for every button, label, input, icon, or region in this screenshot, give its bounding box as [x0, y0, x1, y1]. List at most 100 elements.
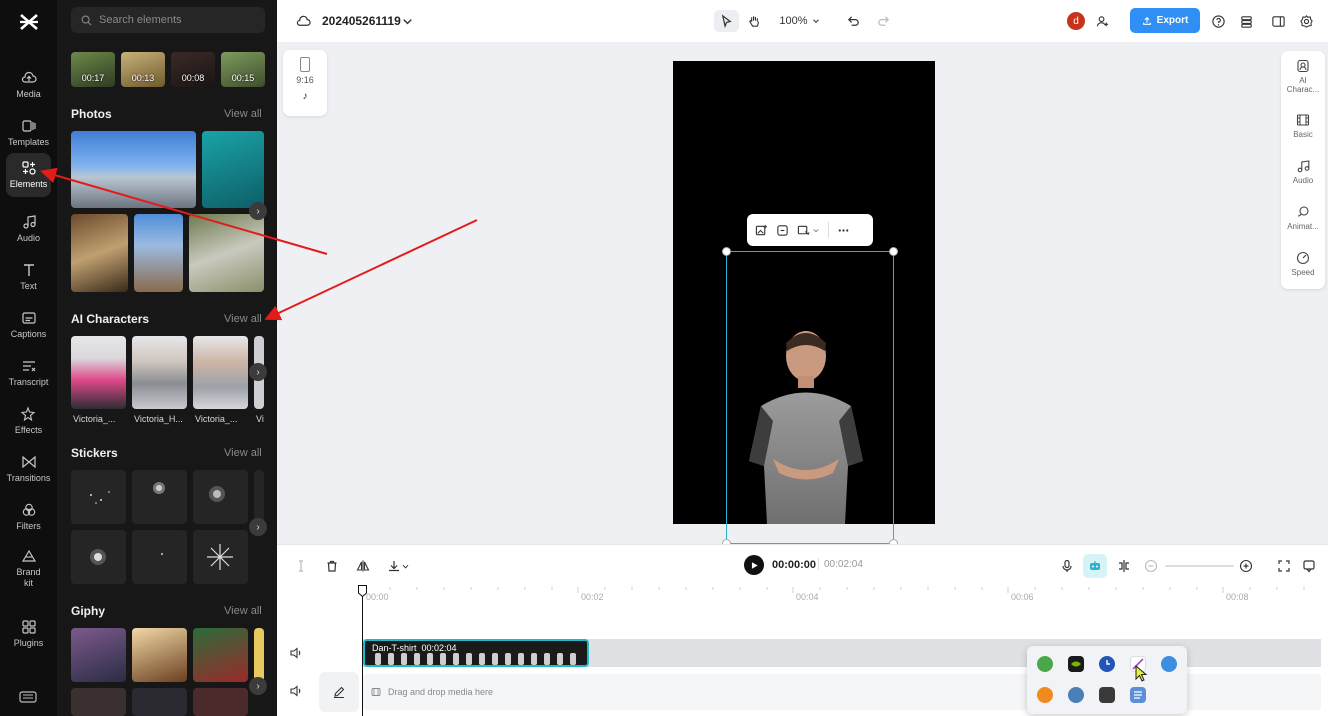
fullscreen-button[interactable] [1274, 556, 1294, 576]
video-thumbnail[interactable]: 00:13 [121, 52, 165, 87]
settings-button[interactable] [1296, 10, 1316, 32]
rail-item-audio[interactable]: Audio [6, 207, 51, 251]
audio-track-mute-button[interactable] [287, 683, 305, 699]
sticker-thumbnail[interactable] [254, 470, 264, 524]
stickers-next-arrow[interactable]: › [249, 518, 267, 536]
rail-item-brand-kit[interactable]: Brand kit [6, 543, 51, 593]
playhead-handle-icon[interactable] [358, 585, 367, 597]
stickers-view-all-link[interactable]: View all [224, 447, 262, 459]
ai-characters-next-arrow[interactable]: › [249, 363, 267, 381]
chevron-down-icon[interactable] [399, 10, 415, 32]
video-thumbnail[interactable]: 00:17 [71, 52, 115, 87]
ai-character-thumbnail[interactable] [71, 336, 126, 409]
rail-item-templates[interactable]: Templates [6, 111, 51, 155]
ai-character-thumbnail[interactable] [132, 336, 187, 409]
video-thumbnail[interactable]: 00:08 [171, 52, 215, 87]
right-item-animation[interactable]: Animat... [1281, 205, 1325, 231]
edit-track-button[interactable] [319, 672, 359, 712]
play-button[interactable] [744, 555, 764, 575]
avatar[interactable]: d [1067, 12, 1085, 30]
rail-item-transcript[interactable]: Transcript [6, 351, 51, 395]
playhead[interactable] [362, 587, 363, 716]
right-item-audio[interactable]: Audio [1281, 159, 1325, 185]
ai-character-thumbnail[interactable] [193, 336, 248, 409]
zoom-slider[interactable] [1165, 565, 1234, 567]
photo-thumbnail[interactable] [189, 214, 264, 292]
rail-item-text[interactable]: Text [6, 255, 51, 299]
track-mute-button[interactable] [287, 645, 305, 661]
right-item-basic[interactable]: Basic [1281, 113, 1325, 139]
layout-toggle-button[interactable] [1268, 10, 1288, 32]
clock-icon[interactable] [1099, 656, 1115, 672]
resize-handle-top-right[interactable] [889, 247, 898, 256]
selection-box[interactable] [726, 251, 894, 544]
storage-button[interactable] [1236, 10, 1256, 32]
sticker-thumbnail[interactable] [193, 530, 248, 584]
nvidia-icon[interactable] [1068, 656, 1084, 672]
auto-snap-toggle[interactable] [1083, 554, 1107, 578]
keyboard-shortcuts-icon[interactable] [18, 690, 38, 706]
tray-app-icon[interactable] [1099, 687, 1115, 703]
photos-next-arrow[interactable]: › [249, 202, 267, 220]
project-name[interactable]: 202405261119 [322, 14, 401, 28]
resize-handle-top-left[interactable] [722, 247, 731, 256]
globe-icon[interactable] [1068, 687, 1084, 703]
zoom-out-button[interactable] [1141, 556, 1161, 576]
cloud-sync-icon[interactable] [292, 10, 314, 32]
gif-thumbnail[interactable] [71, 688, 126, 716]
right-item-ai-character[interactable]: AI Charac... [1281, 59, 1325, 94]
ai-characters-view-all-link[interactable]: View all [224, 313, 262, 325]
redo-button[interactable] [873, 10, 893, 32]
photo-thumbnail[interactable] [134, 214, 183, 292]
download-dropdown[interactable] [384, 556, 412, 576]
record-voice-button[interactable] [1057, 556, 1077, 576]
delete-button[interactable] [322, 556, 342, 576]
sticker-thumbnail[interactable] [193, 470, 248, 524]
undo-button[interactable] [843, 10, 863, 32]
rail-item-plugins[interactable]: Plugins [6, 612, 51, 656]
chevron-down-icon[interactable] [812, 224, 820, 237]
invite-user-button[interactable] [1092, 10, 1112, 32]
sticker-thumbnail[interactable] [132, 530, 187, 584]
add-image-icon[interactable] [755, 224, 768, 237]
right-item-speed[interactable]: Speed [1281, 251, 1325, 277]
tray-app-icon[interactable] [1037, 687, 1053, 703]
rail-item-elements[interactable]: Elements [6, 153, 51, 197]
capcut-logo-icon[interactable] [0, 6, 57, 38]
giphy-next-arrow[interactable]: › [249, 677, 267, 695]
sticker-thumbnail[interactable] [71, 470, 126, 524]
notes-icon[interactable] [1130, 687, 1146, 703]
select-pointer-tool[interactable] [714, 10, 739, 32]
more-options-icon[interactable] [837, 224, 850, 237]
photo-thumbnail[interactable] [202, 131, 264, 208]
export-button[interactable]: Export [1130, 8, 1200, 33]
search-input[interactable]: Search elements [71, 7, 265, 33]
split-view-button[interactable] [1114, 556, 1134, 576]
gif-thumbnail[interactable] [193, 628, 248, 682]
gif-thumbnail[interactable] [132, 628, 187, 682]
timeline-ruler[interactable]: 00:00 00:02 00:04 00:06 00:08 [363, 587, 1328, 605]
photos-view-all-link[interactable]: View all [224, 108, 262, 120]
replace-image-icon[interactable] [797, 224, 810, 237]
sticker-thumbnail[interactable] [132, 470, 187, 524]
hand-tool[interactable] [743, 10, 765, 32]
sticker-thumbnail[interactable] [71, 530, 126, 584]
cloud-app-icon[interactable] [1161, 656, 1177, 672]
feedback-button[interactable] [1299, 556, 1319, 576]
zoom-in-button[interactable] [1236, 556, 1256, 576]
crop-frame-icon[interactable] [776, 224, 789, 237]
gif-thumbnail[interactable] [132, 688, 187, 716]
rail-item-media[interactable]: Media [6, 63, 51, 107]
photo-thumbnail[interactable] [71, 131, 196, 208]
aspect-ratio-panel[interactable]: 9:16 ♪ [283, 50, 327, 116]
help-button[interactable] [1208, 10, 1228, 32]
flip-button[interactable] [353, 556, 373, 576]
rail-item-transitions[interactable]: Transitions [6, 447, 51, 491]
rail-item-filters[interactable]: Filters [6, 495, 51, 539]
rail-item-captions[interactable]: Captions [6, 303, 51, 347]
rail-item-effects[interactable]: Effects [6, 399, 51, 443]
giphy-view-all-link[interactable]: View all [224, 605, 262, 617]
gif-thumbnail[interactable] [71, 628, 126, 682]
zoom-dropdown[interactable]: 100% [777, 10, 823, 32]
video-clip[interactable]: Dan-T-shirt 00:02:04 [363, 639, 589, 667]
